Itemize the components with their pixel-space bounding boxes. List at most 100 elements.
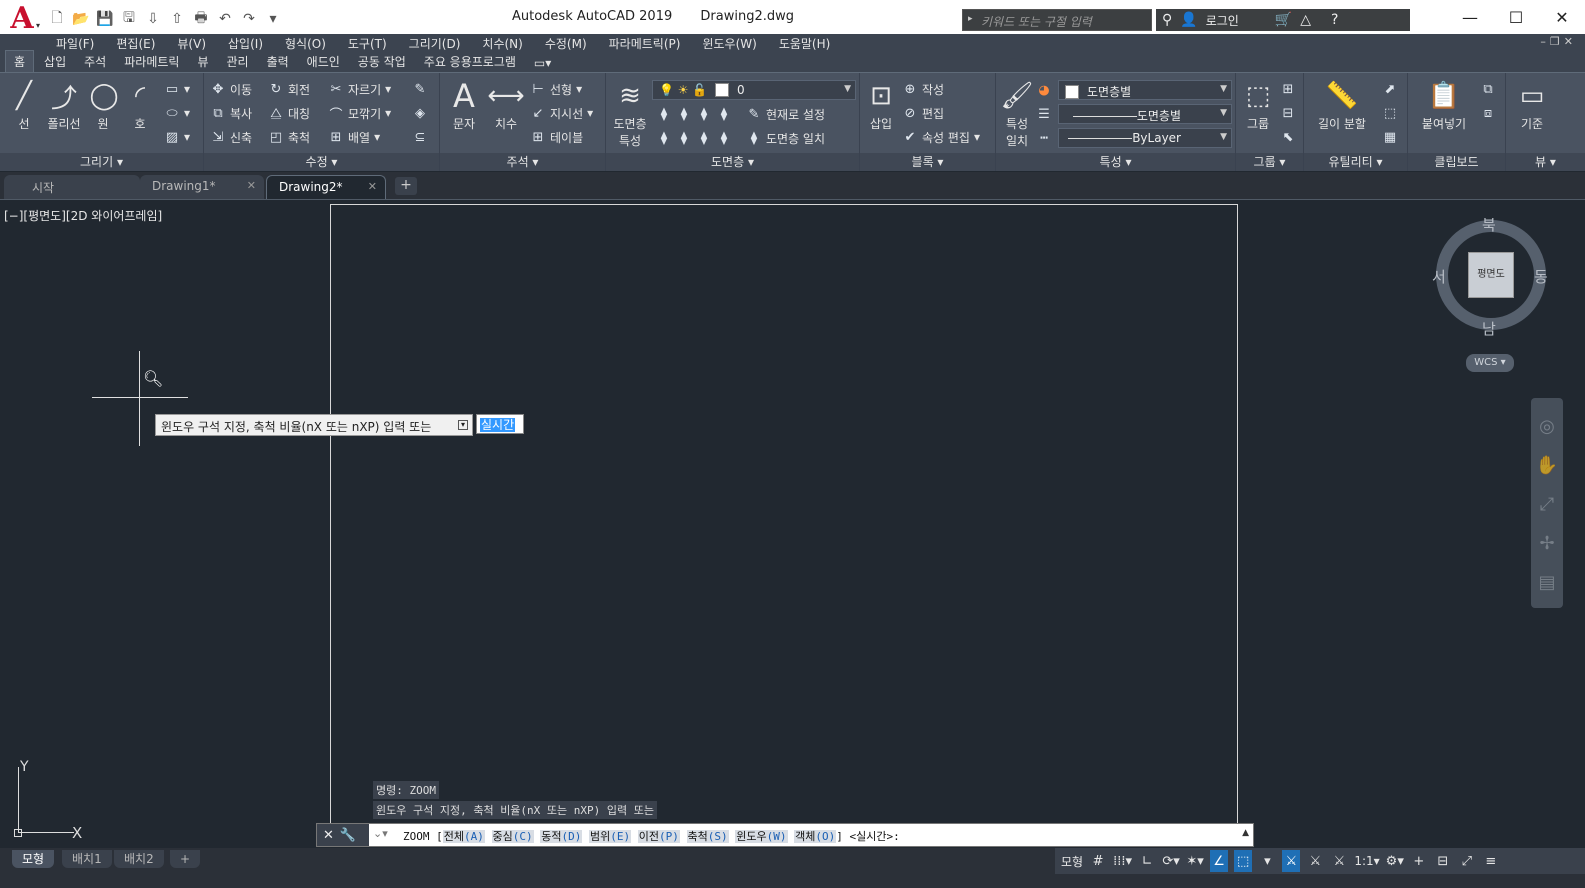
copy-button[interactable]: ⧉ 복사 (210, 103, 252, 123)
zoom-extents-icon[interactable]: ⤢ (1540, 494, 1554, 515)
group-edit-icon[interactable]: ⊟ (1280, 103, 1296, 123)
a360-icon[interactable]: △ (1300, 12, 1311, 28)
trim-button[interactable]: ✂ 자르기 ▾ (328, 79, 392, 99)
osnap-icon[interactable]: ✶▾ (1186, 850, 1204, 872)
match-layer-button[interactable]: ⧫ 도면층 일치 (746, 128, 825, 148)
menu-tools[interactable]: 도구(T) (348, 35, 387, 52)
doc-tab-drawing2[interactable]: Drawing2* ✕ (266, 175, 386, 199)
command-input[interactable]: ZOOM [전체(A) 중심(C) 동적(D) 범위(E) 이전(P) 축척(S… (403, 828, 900, 844)
annotation-visibility-icon[interactable]: ⚔ (1282, 850, 1301, 872)
steering-wheel-icon[interactable]: ◎ (1539, 416, 1555, 437)
tab-output[interactable]: 출력 (259, 51, 297, 72)
close-tab-icon[interactable]: ✕ (247, 179, 256, 192)
close-button[interactable]: ✕ (1539, 0, 1585, 34)
paste-button[interactable]: 📋 붙여넣기 (1414, 79, 1474, 132)
layout-tab-layout2[interactable]: 배치2 (114, 850, 164, 868)
panel-title-draw[interactable]: 그리기 ▾ (0, 153, 203, 171)
scale-button[interactable]: ◰ 축척 (268, 127, 310, 147)
more-options-icon[interactable]: ▾ (1258, 850, 1276, 872)
panel-title-block[interactable]: 블록 ▾ (860, 153, 995, 171)
menu-help[interactable]: 도움말(H) (779, 35, 831, 52)
calculator-icon[interactable]: ▦ (1382, 127, 1398, 147)
linear-button[interactable]: ⊢ 선형 ▾ (530, 79, 582, 99)
close-command-line-icon[interactable]: ✕ (323, 828, 334, 843)
copy-clip-icon[interactable]: ⧉ (1480, 79, 1496, 99)
customize-qat-icon[interactable]: ▾ (262, 9, 284, 29)
select-all-icon[interactable]: ⬚ (1382, 103, 1398, 123)
arc-button[interactable]: ◜ 호 (122, 79, 158, 132)
color-dropdown[interactable]: 도면층별 ▼ (1058, 80, 1232, 100)
move-button[interactable]: ✥ 이동 (210, 79, 253, 99)
viewcube-east[interactable]: 동 (1534, 266, 1548, 287)
erase-button[interactable]: ✎ (412, 79, 428, 99)
table-button[interactable]: ⊞ 테이블 (530, 127, 584, 147)
menu-view[interactable]: 뷰(V) (177, 35, 206, 52)
menu-window[interactable]: 윈도우(W) (702, 35, 756, 52)
maximize-button[interactable]: ☐ (1493, 0, 1539, 34)
dimension-button[interactable]: ⟷ 치수 (486, 79, 526, 132)
text-button[interactable]: A 문자 (446, 77, 482, 132)
showmotion-icon[interactable]: ▤ (1538, 572, 1555, 593)
tab-view[interactable]: 뷰 (189, 51, 216, 72)
panel-title-view[interactable]: 뷰 ▾ (1506, 153, 1585, 171)
menu-modify[interactable]: 수정(M) (545, 35, 587, 52)
edit-attributes-button[interactable]: ✔ 속성 편집 ▾ (902, 127, 980, 147)
expand-history-icon[interactable]: ▲ (1242, 828, 1249, 838)
stretch-button[interactable]: ⇲ 신축 (210, 127, 253, 147)
wcs-menu-button[interactable]: WCS ▾ (1466, 354, 1514, 372)
viewcube-face-top[interactable]: 평면도 (1468, 252, 1514, 298)
option-window[interactable]: 윈도우(W) (735, 830, 788, 843)
viewcube-south[interactable]: 남 (1482, 318, 1496, 339)
help-icon[interactable]: ? (1331, 12, 1338, 28)
insert-block-button[interactable]: ⊡ 삽입 (862, 79, 900, 132)
search-input[interactable]: ▸ 키워드 또는 구절 입력 (962, 9, 1152, 31)
options-down-icon[interactable]: ▾ (458, 420, 468, 430)
ribbon-options-icon[interactable]: ▭▾ (526, 54, 559, 72)
add-icon[interactable]: + (1410, 850, 1428, 872)
viewport-controls-label[interactable]: [−][평면도][2D 와이어프레임] (4, 207, 162, 224)
polar-icon[interactable]: ⟳▾ (1162, 850, 1180, 872)
save-as-icon[interactable]: 🖫 (118, 9, 140, 29)
quick-select-icon[interactable]: ⬈ (1382, 79, 1398, 99)
open-icon[interactable]: 📂 (70, 9, 92, 29)
tab-manage[interactable]: 관리 (218, 51, 256, 72)
option-all[interactable]: 전체(A) (442, 830, 485, 843)
rotate-button[interactable]: ↻ 회전 (268, 79, 311, 99)
menu-edit[interactable]: 편집(E) (116, 35, 155, 52)
menu-draw[interactable]: 그리기(D) (409, 35, 461, 52)
menu-insert[interactable]: 삽입(I) (228, 35, 263, 52)
ellipse-button[interactable]: ⬭ ▾ (164, 103, 190, 123)
option-center[interactable]: 중심(C) (491, 830, 534, 843)
tab-annotate[interactable]: 주석 (76, 51, 114, 72)
group-select-icon[interactable]: ⬉ (1280, 127, 1296, 147)
doc-window-controls[interactable]: –❐✕ (1540, 35, 1577, 48)
layer-tools-row-1[interactable]: ⧫ ⧫ ⧫ ⧫ (656, 104, 732, 124)
isolate-objects-icon[interactable]: ⊟ (1434, 850, 1452, 872)
open-web-icon[interactable]: ⇩ (142, 9, 164, 29)
menu-format[interactable]: 형식(O) (285, 35, 326, 52)
base-view-button[interactable]: ▭ 기준 (1510, 79, 1554, 132)
panel-title-clipboard[interactable]: 클립보드 (1408, 153, 1505, 171)
rectangle-button[interactable]: ▭ ▾ (164, 79, 190, 99)
plot-icon[interactable]: 🖶 (190, 9, 212, 29)
orbit-icon[interactable]: ✢ (1539, 533, 1554, 554)
snap-icon[interactable]: ⁞⁞⁞▾ (1113, 850, 1132, 872)
application-menu-button[interactable]: A ▾ (2, 2, 42, 36)
redo-icon[interactable]: ↷ (238, 9, 260, 29)
close-tab-icon[interactable]: ✕ (368, 180, 377, 193)
annotation-scale-icon[interactable]: ⚔ (1330, 850, 1348, 872)
command-line[interactable]: ✕ 🔧 ⌄▾ ZOOM [전체(A) 중심(C) 동적(D) 범위(E) 이전(… (316, 823, 1254, 847)
panel-title-utilities[interactable]: 유틸리티 ▾ (1304, 153, 1407, 171)
leader-button[interactable]: ↙ 지시선 ▾ (530, 103, 594, 123)
doc-tab-drawing1[interactable]: Drawing1* ✕ (140, 175, 264, 199)
option-previous[interactable]: 이전(P) (637, 830, 680, 843)
dynamic-ucs-icon[interactable]: ∠ (1210, 850, 1229, 872)
edit-block-button[interactable]: ⊘ 편집 (902, 103, 945, 123)
ungroup-icon[interactable]: ⊞ (1280, 79, 1296, 99)
save-web-icon[interactable]: ⇧ (166, 9, 188, 29)
customize-menu-icon[interactable]: ≡ (1482, 850, 1500, 872)
panel-title-modify[interactable]: 수정 ▾ (204, 153, 439, 171)
panel-title-annotation[interactable]: 주석 ▾ (440, 153, 605, 171)
auto-scale-icon[interactable]: ⚔ (1306, 850, 1324, 872)
panel-title-groups[interactable]: 그룹 ▾ (1236, 153, 1303, 171)
